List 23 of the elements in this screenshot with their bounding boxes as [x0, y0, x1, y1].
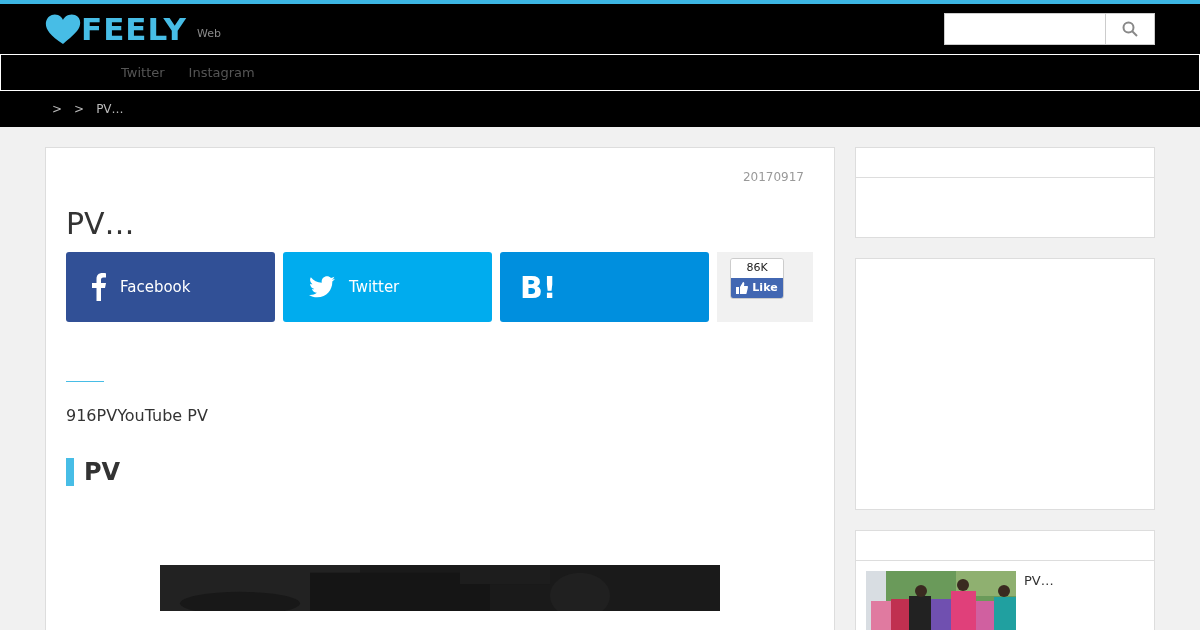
thumbs-up-icon	[736, 281, 749, 294]
like-count: 86K	[731, 259, 783, 278]
like-button[interactable]: Like	[731, 277, 783, 298]
nav-link[interactable]: Twitter	[121, 62, 165, 83]
heart-icon	[45, 13, 81, 45]
search-icon	[1122, 21, 1138, 37]
post-date: 20170917	[741, 169, 805, 186]
nav-link[interactable]: Instagram	[188, 62, 255, 83]
breadcrumb-item[interactable]: PV…	[96, 100, 124, 118]
hatena-share-button[interactable]: B!	[500, 252, 709, 322]
tagline: Web	[196, 25, 221, 42]
search-field[interactable]	[944, 13, 1155, 45]
article-title: PV…	[66, 206, 136, 242]
paragraph: 916PVYouTube PV	[66, 405, 209, 427]
breadcrumb-separator: >	[74, 101, 85, 118]
heading-accent	[66, 458, 74, 487]
bird-icon	[309, 276, 335, 298]
facebook-share-button[interactable]: Facebook	[66, 252, 275, 322]
article-link[interactable]: PV…	[1024, 571, 1054, 630]
logo[interactable]: FEELY	[45, 13, 187, 45]
breadcrumb-separator: >	[52, 101, 63, 118]
section-heading: PV	[84, 458, 121, 487]
facebook-icon	[92, 273, 106, 301]
